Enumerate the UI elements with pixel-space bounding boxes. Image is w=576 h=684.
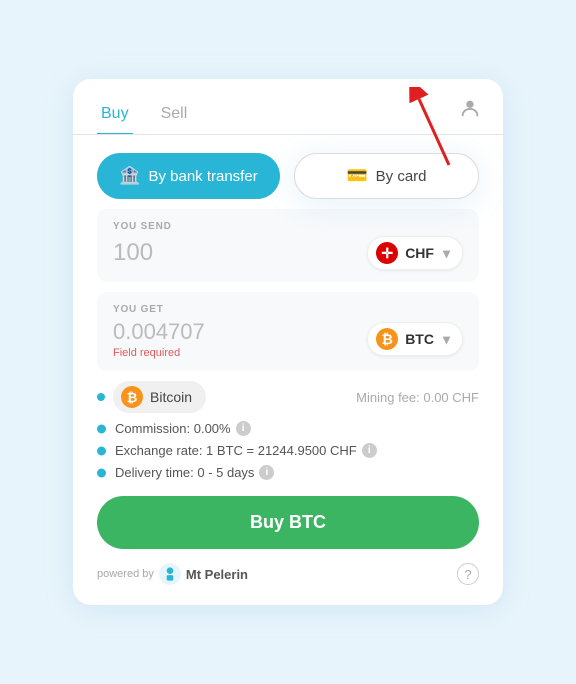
coin-pill[interactable]: ₿ Bitcoin xyxy=(113,381,206,413)
send-label: YOU SEND xyxy=(113,221,463,232)
main-card: Buy Sell 🏦 By bank transfer 💳 By card YO… xyxy=(73,79,503,605)
commission-text: Commission: 0.00% xyxy=(115,421,231,436)
send-chevron-icon: ▾ xyxy=(443,245,450,262)
bitcoin-icon: ₿ xyxy=(121,386,143,408)
commission-row: Commission: 0.00% i xyxy=(97,421,479,436)
coin-dot xyxy=(97,393,105,401)
buy-button[interactable]: Buy BTC xyxy=(97,496,479,549)
send-currency-selector[interactable]: ✛ CHF ▾ xyxy=(367,236,463,270)
get-amount[interactable]: 0.004707 xyxy=(113,319,205,345)
field-required-error: Field required xyxy=(113,347,205,359)
get-chevron-icon: ▾ xyxy=(443,331,450,348)
info-rows-wrap: Commission: 0.00% i Exchange rate: 1 BTC… xyxy=(73,421,503,480)
coin-row: ₿ Bitcoin Mining fee: 0.00 CHF xyxy=(97,381,479,413)
send-row: 100 ✛ CHF ▾ xyxy=(113,236,463,270)
bank-label: By bank transfer xyxy=(148,168,257,185)
user-icon[interactable] xyxy=(455,93,485,123)
delivery-time-row: Delivery time: 0 - 5 days i xyxy=(97,465,479,480)
user-icon-wrap[interactable] xyxy=(455,93,485,123)
delivery-info-icon[interactable]: i xyxy=(259,465,274,480)
tab-divider xyxy=(73,134,503,136)
payment-methods: 🏦 By bank transfer 💳 By card xyxy=(73,135,503,209)
commission-info-icon[interactable]: i xyxy=(236,421,251,436)
pelerin-logo-icon xyxy=(159,563,181,585)
chf-flag: ✛ xyxy=(376,242,398,264)
commission-dot xyxy=(97,424,106,433)
help-icon[interactable]: ? xyxy=(457,563,479,585)
delivery-time-text: Delivery time: 0 - 5 days xyxy=(115,465,254,480)
info-rows: Commission: 0.00% i Exchange rate: 1 BTC… xyxy=(73,421,503,480)
btc-flag: ₿ xyxy=(376,328,398,350)
get-currency-selector[interactable]: ₿ BTC ▾ xyxy=(367,322,463,356)
bank-icon: 🏦 xyxy=(119,166,140,186)
get-amount-wrap: 0.004707 Field required xyxy=(113,319,205,359)
powered-by: powered by Mt Pelerin xyxy=(97,563,248,585)
exchange-info-icon[interactable]: i xyxy=(362,443,377,458)
get-section: YOU GET 0.004707 Field required ₿ BTC ▾ xyxy=(97,292,479,371)
bank-transfer-button[interactable]: 🏦 By bank transfer xyxy=(97,153,280,199)
powered-by-text: powered by xyxy=(97,568,154,580)
delivery-dot xyxy=(97,468,106,477)
get-currency: BTC xyxy=(405,331,434,347)
tab-sell[interactable]: Sell xyxy=(157,97,192,135)
send-amount[interactable]: 100 xyxy=(113,239,153,267)
footer: powered by Mt Pelerin ? xyxy=(73,559,503,585)
exchange-rate-text: Exchange rate: 1 BTC = 21244.9500 CHF xyxy=(115,443,357,458)
card-label: By card xyxy=(376,168,427,185)
brand-name: Mt Pelerin xyxy=(186,567,248,582)
tab-buy[interactable]: Buy xyxy=(97,97,133,135)
send-section: YOU SEND 100 ✛ CHF ▾ xyxy=(97,209,479,282)
card-icon: 💳 xyxy=(346,166,367,186)
tabs-container: Buy Sell xyxy=(73,79,503,135)
get-row: 0.004707 Field required ₿ BTC ▾ xyxy=(113,319,463,359)
card-button[interactable]: 💳 By card xyxy=(294,153,479,199)
coin-name: Bitcoin xyxy=(150,389,192,405)
exchange-rate-row: Exchange rate: 1 BTC = 21244.9500 CHF i xyxy=(97,443,479,458)
get-label: YOU GET xyxy=(113,304,463,315)
send-currency: CHF xyxy=(405,245,434,261)
exchange-dot xyxy=(97,446,106,455)
mining-fee: Mining fee: 0.00 CHF xyxy=(356,390,479,405)
